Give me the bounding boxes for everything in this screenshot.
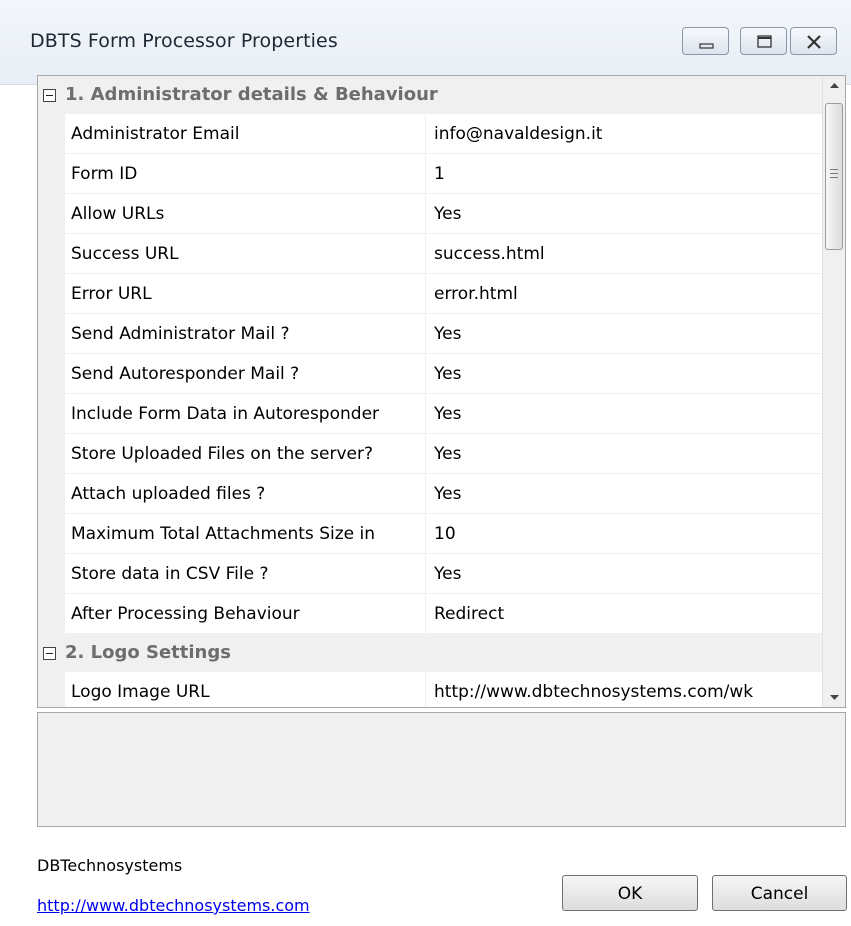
property-row-store-uploaded-files[interactable]: Store Uploaded Files on the server? Yes bbox=[38, 434, 822, 474]
property-name: Success URL bbox=[65, 234, 426, 274]
property-row-send-autoresponder-mail[interactable]: Send Autoresponder Mail ? Yes bbox=[38, 354, 822, 394]
collapse-minus-icon[interactable] bbox=[43, 89, 56, 102]
row-gutter bbox=[38, 274, 65, 314]
property-row-error-url[interactable]: Error URL error.html bbox=[38, 274, 822, 314]
property-name: Allow URLs bbox=[65, 194, 426, 234]
property-value[interactable]: 1 bbox=[427, 154, 822, 194]
property-name: Send Administrator Mail ? bbox=[65, 314, 426, 354]
property-value[interactable]: Yes bbox=[427, 394, 822, 434]
property-name: Maximum Total Attachments Size in bbox=[65, 514, 426, 554]
property-grid[interactable]: 1. Administrator details & Behaviour Adm… bbox=[37, 75, 846, 708]
property-value[interactable]: Redirect bbox=[427, 594, 822, 634]
property-value[interactable]: Yes bbox=[427, 354, 822, 394]
property-name: Error URL bbox=[65, 274, 426, 314]
property-row-logo-image-url[interactable]: Logo Image URL http://www.dbtechnosystem… bbox=[38, 672, 822, 707]
category-label: 1. Administrator details & Behaviour bbox=[65, 84, 438, 105]
property-value[interactable]: error.html bbox=[427, 274, 822, 314]
property-value[interactable]: Yes bbox=[427, 434, 822, 474]
row-gutter bbox=[38, 314, 65, 354]
row-gutter bbox=[38, 234, 65, 274]
row-gutter bbox=[38, 154, 65, 194]
row-gutter bbox=[38, 354, 65, 394]
vertical-scrollbar[interactable] bbox=[822, 76, 845, 707]
window-title: DBTS Form Processor Properties bbox=[30, 30, 338, 52]
scroll-up-button[interactable] bbox=[823, 76, 845, 96]
property-row-store-data-csv[interactable]: Store data in CSV File ? Yes bbox=[38, 554, 822, 594]
property-row-after-processing-behaviour[interactable]: After Processing Behaviour Redirect bbox=[38, 594, 822, 634]
description-panel bbox=[37, 712, 846, 827]
property-row-administrator-email[interactable]: Administrator Email info@navaldesign.it bbox=[38, 114, 822, 154]
maximize-icon bbox=[757, 35, 772, 48]
property-row-form-id[interactable]: Form ID 1 bbox=[38, 154, 822, 194]
property-row-success-url[interactable]: Success URL success.html bbox=[38, 234, 822, 274]
property-value[interactable]: Yes bbox=[427, 314, 822, 354]
scroll-down-button[interactable] bbox=[823, 687, 845, 707]
property-value[interactable]: Yes bbox=[427, 474, 822, 514]
minimize-icon bbox=[699, 43, 714, 49]
property-value[interactable]: info@navaldesign.it bbox=[427, 114, 822, 154]
property-rows: 1. Administrator details & Behaviour Adm… bbox=[38, 76, 822, 707]
close-icon bbox=[807, 35, 821, 49]
row-gutter bbox=[38, 554, 65, 594]
row-gutter bbox=[38, 194, 65, 234]
property-name: After Processing Behaviour bbox=[65, 594, 426, 634]
property-name: Store data in CSV File ? bbox=[65, 554, 426, 594]
row-gutter bbox=[38, 434, 65, 474]
property-value[interactable]: http://www.dbtechnosystems.com/wk bbox=[427, 672, 822, 707]
thumb-grip bbox=[830, 173, 838, 174]
scroll-down-arrow-icon bbox=[830, 695, 839, 700]
property-row-allow-urls[interactable]: Allow URLs Yes bbox=[38, 194, 822, 234]
property-value[interactable]: success.html bbox=[427, 234, 822, 274]
property-value[interactable]: 10 bbox=[427, 514, 822, 554]
property-row-maximum-attachments-size[interactable]: Maximum Total Attachments Size in 10 bbox=[38, 514, 822, 554]
property-row-attach-uploaded-files[interactable]: Attach uploaded files ? Yes bbox=[38, 474, 822, 514]
ok-button[interactable]: OK bbox=[562, 875, 698, 911]
minimize-button[interactable] bbox=[682, 27, 729, 55]
property-name: Logo Image URL bbox=[65, 672, 426, 707]
row-gutter bbox=[38, 474, 65, 514]
property-value[interactable]: Yes bbox=[427, 554, 822, 594]
company-name: DBTechnosystems bbox=[37, 856, 183, 875]
maximize-button[interactable] bbox=[740, 27, 787, 55]
property-row-send-administrator-mail[interactable]: Send Administrator Mail ? Yes bbox=[38, 314, 822, 354]
collapse-minus-icon[interactable] bbox=[43, 647, 56, 660]
close-button[interactable] bbox=[790, 27, 837, 55]
scrollbar-thumb[interactable] bbox=[825, 103, 843, 250]
property-name: Form ID bbox=[65, 154, 426, 194]
company-website-link[interactable]: http://www.dbtechnosystems.com bbox=[37, 896, 310, 915]
properties-dialog: DBTS Form Processor Properties 1. Admini… bbox=[0, 0, 851, 926]
category-label: 2. Logo Settings bbox=[65, 642, 231, 663]
row-gutter bbox=[38, 594, 65, 634]
property-row-include-form-data[interactable]: Include Form Data in Autoresponder Yes bbox=[38, 394, 822, 434]
row-gutter bbox=[38, 514, 65, 554]
property-name: Attach uploaded files ? bbox=[65, 474, 426, 514]
category-logo-settings[interactable]: 2. Logo Settings bbox=[38, 634, 822, 672]
category-administrator[interactable]: 1. Administrator details & Behaviour bbox=[38, 76, 822, 114]
property-name: Include Form Data in Autoresponder bbox=[65, 394, 426, 434]
thumb-grip bbox=[830, 177, 838, 178]
property-value[interactable]: Yes bbox=[427, 194, 822, 234]
row-gutter bbox=[38, 394, 65, 434]
property-name: Send Autoresponder Mail ? bbox=[65, 354, 426, 394]
scroll-up-arrow-icon bbox=[830, 83, 839, 88]
property-name: Store Uploaded Files on the server? bbox=[65, 434, 426, 474]
row-gutter bbox=[38, 672, 65, 707]
cancel-button[interactable]: Cancel bbox=[712, 875, 847, 911]
thumb-grip bbox=[830, 169, 838, 170]
property-name: Administrator Email bbox=[65, 114, 426, 154]
row-gutter bbox=[38, 114, 65, 154]
title-bar[interactable]: DBTS Form Processor Properties bbox=[0, 0, 851, 85]
